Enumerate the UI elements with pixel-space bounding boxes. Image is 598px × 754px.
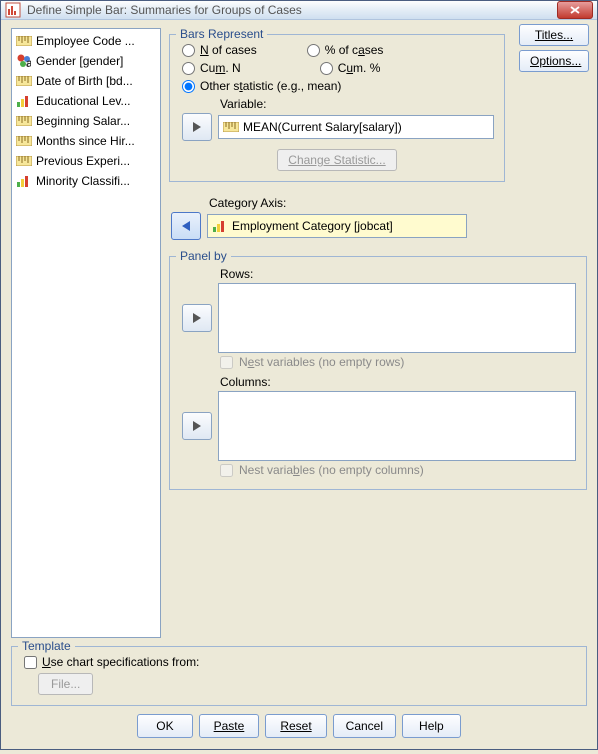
radio-other-stat[interactable]: Other statistic (e.g., mean) <box>182 79 341 93</box>
category-axis-label: Category Axis: <box>209 196 587 210</box>
variable-label: Educational Lev... <box>36 94 131 108</box>
titles-label: Titles... <box>535 28 573 42</box>
rows-label: Rows: <box>220 267 576 281</box>
ordinal-icon <box>212 218 228 234</box>
variable-label: Previous Experi... <box>36 154 130 168</box>
variable-list-item[interactable]: Employee Code ... <box>14 31 158 51</box>
radio-cumn-label: Cum. N <box>200 61 241 75</box>
scale-icon <box>16 113 32 129</box>
arrow-right-icon <box>193 421 201 431</box>
variable-label: Variable: <box>220 97 494 111</box>
help-button[interactable]: Help <box>402 714 461 738</box>
dialog-window: Define Simple Bar: Summaries for Groups … <box>0 0 598 750</box>
columns-label: Columns: <box>220 375 576 389</box>
cancel-button[interactable]: Cancel <box>333 714 396 738</box>
svg-text:a: a <box>26 56 31 68</box>
bars-legend: Bars Represent <box>176 27 267 41</box>
variable-label: Months since Hir... <box>36 134 135 148</box>
use-chart-label: Use chart specifications from: <box>42 655 199 669</box>
bars-represent-group: Bars Represent N of cases % of cases Cum… <box>169 34 505 182</box>
arrow-right-icon <box>193 313 201 323</box>
move-category-button[interactable] <box>171 212 201 240</box>
variable-value: MEAN(Current Salary[salary]) <box>243 120 402 134</box>
template-legend: Template <box>18 639 75 653</box>
right-column: Titles... Options... Bars Represent N of… <box>169 28 587 638</box>
radio-cum-pct[interactable]: Cum. % <box>320 61 381 75</box>
variable-label: Gender [gender] <box>36 54 123 68</box>
file-button: File... <box>38 673 93 695</box>
footer: OK Paste Reset Cancel Help <box>11 706 587 748</box>
titlebar: Define Simple Bar: Summaries for Groups … <box>1 1 597 20</box>
nest-rows-check: Nest variables (no empty rows) <box>220 355 576 369</box>
move-variable-button[interactable] <box>182 113 212 141</box>
options-button[interactable]: Options... <box>519 50 589 72</box>
ordinal-icon <box>16 93 32 109</box>
scale-icon <box>16 153 32 169</box>
close-button[interactable] <box>557 1 593 19</box>
variable-label: Date of Birth [bd... <box>36 74 133 88</box>
variable-label: Employee Code ... <box>36 34 135 48</box>
use-chart-checkbox[interactable] <box>24 656 37 669</box>
radio-n-cases[interactable]: N of cases <box>182 43 257 57</box>
close-icon <box>570 6 580 14</box>
variable-label: Minority Classifi... <box>36 174 130 188</box>
variable-list-item[interactable]: a Gender [gender] <box>14 51 158 71</box>
variable-list-item[interactable]: Minority Classifi... <box>14 171 158 191</box>
scale-icon <box>16 73 32 89</box>
scale-icon <box>223 119 239 135</box>
variable-list-item[interactable]: Educational Lev... <box>14 91 158 111</box>
variable-slot[interactable]: MEAN(Current Salary[salary]) <box>218 115 494 139</box>
content: Employee Code ... a Gender [gender] Date of… <box>1 20 597 754</box>
arrow-right-icon <box>193 122 201 132</box>
titles-button[interactable]: Titles... <box>519 24 589 46</box>
nest-rows-label: Nest variables (no empty rows) <box>239 355 404 369</box>
radio-n-label: N of cases <box>200 43 257 57</box>
panel-by-group: Panel by Rows: Nest variables (no empty … <box>169 256 587 490</box>
variable-list[interactable]: Employee Code ... a Gender [gender] Date of… <box>11 28 161 638</box>
reset-button[interactable]: Reset <box>265 714 326 738</box>
app-icon <box>5 2 21 18</box>
use-chart-check[interactable]: Use chart specifications from: <box>24 655 576 669</box>
category-axis-value: Employment Category [jobcat] <box>232 219 393 233</box>
nest-cols-label: Nest variables (no empty columns) <box>239 463 424 477</box>
radio-other-label: Other statistic (e.g., mean) <box>200 79 341 93</box>
nest-cols-check: Nest variables (no empty columns) <box>220 463 576 477</box>
nominal-icon: a <box>16 53 32 69</box>
options-label: Options... <box>530 54 581 68</box>
scale-icon <box>16 133 32 149</box>
category-axis-section: Category Axis: Employment Category [jobc… <box>169 194 587 240</box>
panel-legend: Panel by <box>176 249 231 263</box>
cols-slot[interactable] <box>218 391 576 461</box>
variable-list-item[interactable]: Date of Birth [bd... <box>14 71 158 91</box>
arrow-left-icon <box>182 221 190 231</box>
change-statistic-button: Change Statistic... <box>277 149 396 171</box>
radio-cum-n[interactable]: Cum. N <box>182 61 241 75</box>
radio-pct-label: % of cases <box>325 43 384 57</box>
variable-list-item[interactable]: Previous Experi... <box>14 151 158 171</box>
paste-button[interactable]: Paste <box>199 714 260 738</box>
rows-slot[interactable] <box>218 283 576 353</box>
radio-pct-cases[interactable]: % of cases <box>307 43 384 57</box>
radio-cumpct-label: Cum. % <box>338 61 381 75</box>
ok-button[interactable]: OK <box>137 714 192 738</box>
variable-list-item[interactable]: Months since Hir... <box>14 131 158 151</box>
side-buttons: Titles... Options... <box>519 24 589 72</box>
nest-cols-checkbox <box>220 464 233 477</box>
template-group: Template Use chart specifications from: … <box>11 646 587 706</box>
move-rows-button[interactable] <box>182 304 212 332</box>
variable-list-item[interactable]: Beginning Salar... <box>14 111 158 131</box>
ordinal-icon <box>16 173 32 189</box>
variable-label: Beginning Salar... <box>36 114 130 128</box>
window-title: Define Simple Bar: Summaries for Groups … <box>27 3 557 17</box>
scale-icon <box>16 33 32 49</box>
category-axis-slot[interactable]: Employment Category [jobcat] <box>207 214 467 238</box>
move-cols-button[interactable] <box>182 412 212 440</box>
nest-rows-checkbox <box>220 356 233 369</box>
